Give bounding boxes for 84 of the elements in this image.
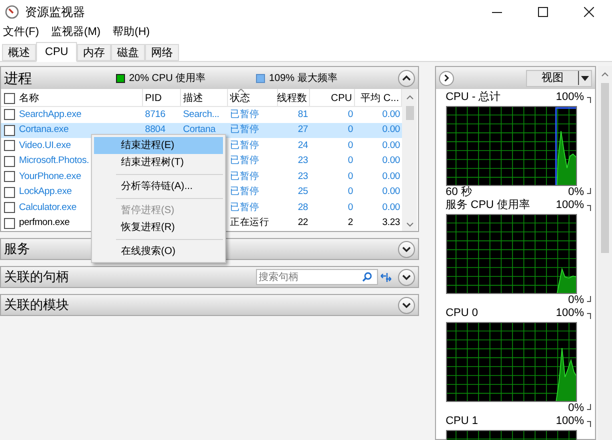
table-cell: perfmon.exe (19, 216, 70, 230)
column-header[interactable]: 状态 (230, 90, 250, 106)
axis-max-label: 100% (556, 414, 584, 428)
table-cell: 0.00 (382, 170, 400, 184)
tab[interactable]: 概述 (2, 44, 36, 61)
table-cell: 0.00 (382, 154, 400, 168)
axis-max-label: 100% (556, 90, 584, 104)
menu-item[interactable]: 在线搜索(O) (94, 243, 223, 260)
tab[interactable]: CPU (36, 42, 78, 62)
table-cell: 8716 (145, 108, 166, 122)
menu-item[interactable]: 恢复进程(R) (94, 219, 223, 236)
table-cell: 8804 (145, 123, 166, 138)
table-cell: 24 (298, 138, 308, 153)
table-cell: 81 (298, 108, 308, 122)
menu-item[interactable]: 分析等待链(A)... (94, 178, 223, 195)
tab[interactable]: 磁盘 (111, 44, 146, 61)
column-header[interactable]: 线程数 (278, 89, 310, 107)
axis-max-label: 100% (556, 306, 584, 320)
table-cell: 23 (298, 170, 308, 184)
table-cell: 0 (348, 123, 353, 138)
table-cell: 0.00 (382, 138, 400, 153)
table-cell: 22 (298, 216, 308, 230)
view-dropdown[interactable]: 视图 (526, 70, 592, 86)
table-cell: YourPhone.exe (19, 170, 82, 184)
table-cell: 已暂停 (230, 200, 260, 215)
table-cell: 已暂停 (230, 170, 260, 184)
axis-min-label: 0% (568, 293, 584, 308)
table-cell: 3.23 (382, 216, 400, 230)
table-cell: Search... (183, 108, 220, 122)
menu-item[interactable]: 结束进程(E) (94, 137, 223, 154)
axis-min-label: 0% (568, 401, 584, 416)
table-cell: Calculator.exe (19, 200, 76, 215)
table-cell: 已暂停 (230, 123, 260, 138)
axis-max-label: 100% (556, 198, 584, 212)
table-cell: 0 (348, 200, 353, 215)
menu-item[interactable]: 结束进程树(T) (94, 154, 223, 171)
section-title: 服务 (4, 240, 30, 258)
column-header[interactable]: 描述 (181, 89, 228, 107)
column-header[interactable]: 名称 (17, 89, 143, 107)
graph-title: CPU - 总计 (446, 90, 501, 104)
table-cell: 0.00 (382, 185, 400, 200)
table-cell: Microsoft.Photos. (19, 154, 89, 168)
table-cell: 2 (348, 216, 353, 230)
table-cell: 0 (348, 154, 353, 168)
graph-title: CPU 1 (446, 414, 478, 428)
graph-title: CPU 0 (446, 306, 478, 320)
tab[interactable]: 网络 (145, 44, 180, 61)
table-cell: 27 (298, 123, 308, 138)
table-cell: LockApp.exe (19, 185, 72, 200)
section-title: 进程 (4, 68, 33, 88)
table-cell: 0 (348, 138, 353, 153)
table-cell: Cortana.exe (19, 123, 69, 138)
table-cell: 0 (348, 185, 353, 200)
axis-min-label: 0% (568, 185, 584, 200)
graph-title: 服务 CPU 使用率 (446, 198, 530, 212)
cpu-usage-label: 20% CPU 使用率 (129, 72, 207, 86)
table-cell: 0.00 (382, 108, 400, 122)
menu-item[interactable]: 监视器(M) (51, 24, 101, 40)
table-cell: Cortana (183, 123, 216, 138)
max-frequency-label: 109% 最大频率 (269, 72, 338, 86)
section-title: 关联的句柄 (4, 268, 69, 286)
table-cell: 0 (348, 108, 353, 122)
window-title: 资源监视器 (25, 4, 85, 21)
column-header[interactable]: PID (143, 89, 181, 107)
menu-item[interactable]: 文件(F) (3, 24, 40, 40)
tab[interactable]: 内存 (77, 44, 112, 61)
table-cell: Video.UI.exe (19, 138, 71, 153)
table-cell: 已暂停 (230, 185, 260, 200)
table-cell: 25 (298, 185, 308, 200)
column-header[interactable]: CPU (310, 89, 355, 107)
table-cell: 已暂停 (230, 154, 260, 168)
table-cell: 正在运行 (230, 216, 270, 230)
table-cell: 28 (298, 200, 308, 215)
table-cell: SearchApp.exe (19, 108, 82, 122)
menu-item[interactable]: 帮助(H) (112, 24, 150, 40)
table-cell: 0.00 (382, 200, 400, 215)
table-cell: 已暂停 (230, 108, 260, 122)
section-title: 关联的模块 (4, 296, 69, 314)
time-span-label: 60 秒 (446, 185, 472, 199)
search-field[interactable]: 搜索句柄 (256, 269, 378, 285)
table-cell: 0.00 (382, 123, 400, 138)
table-cell: 23 (298, 154, 308, 168)
table-cell: 0 (348, 170, 353, 184)
table-cell: 已暂停 (230, 138, 260, 153)
